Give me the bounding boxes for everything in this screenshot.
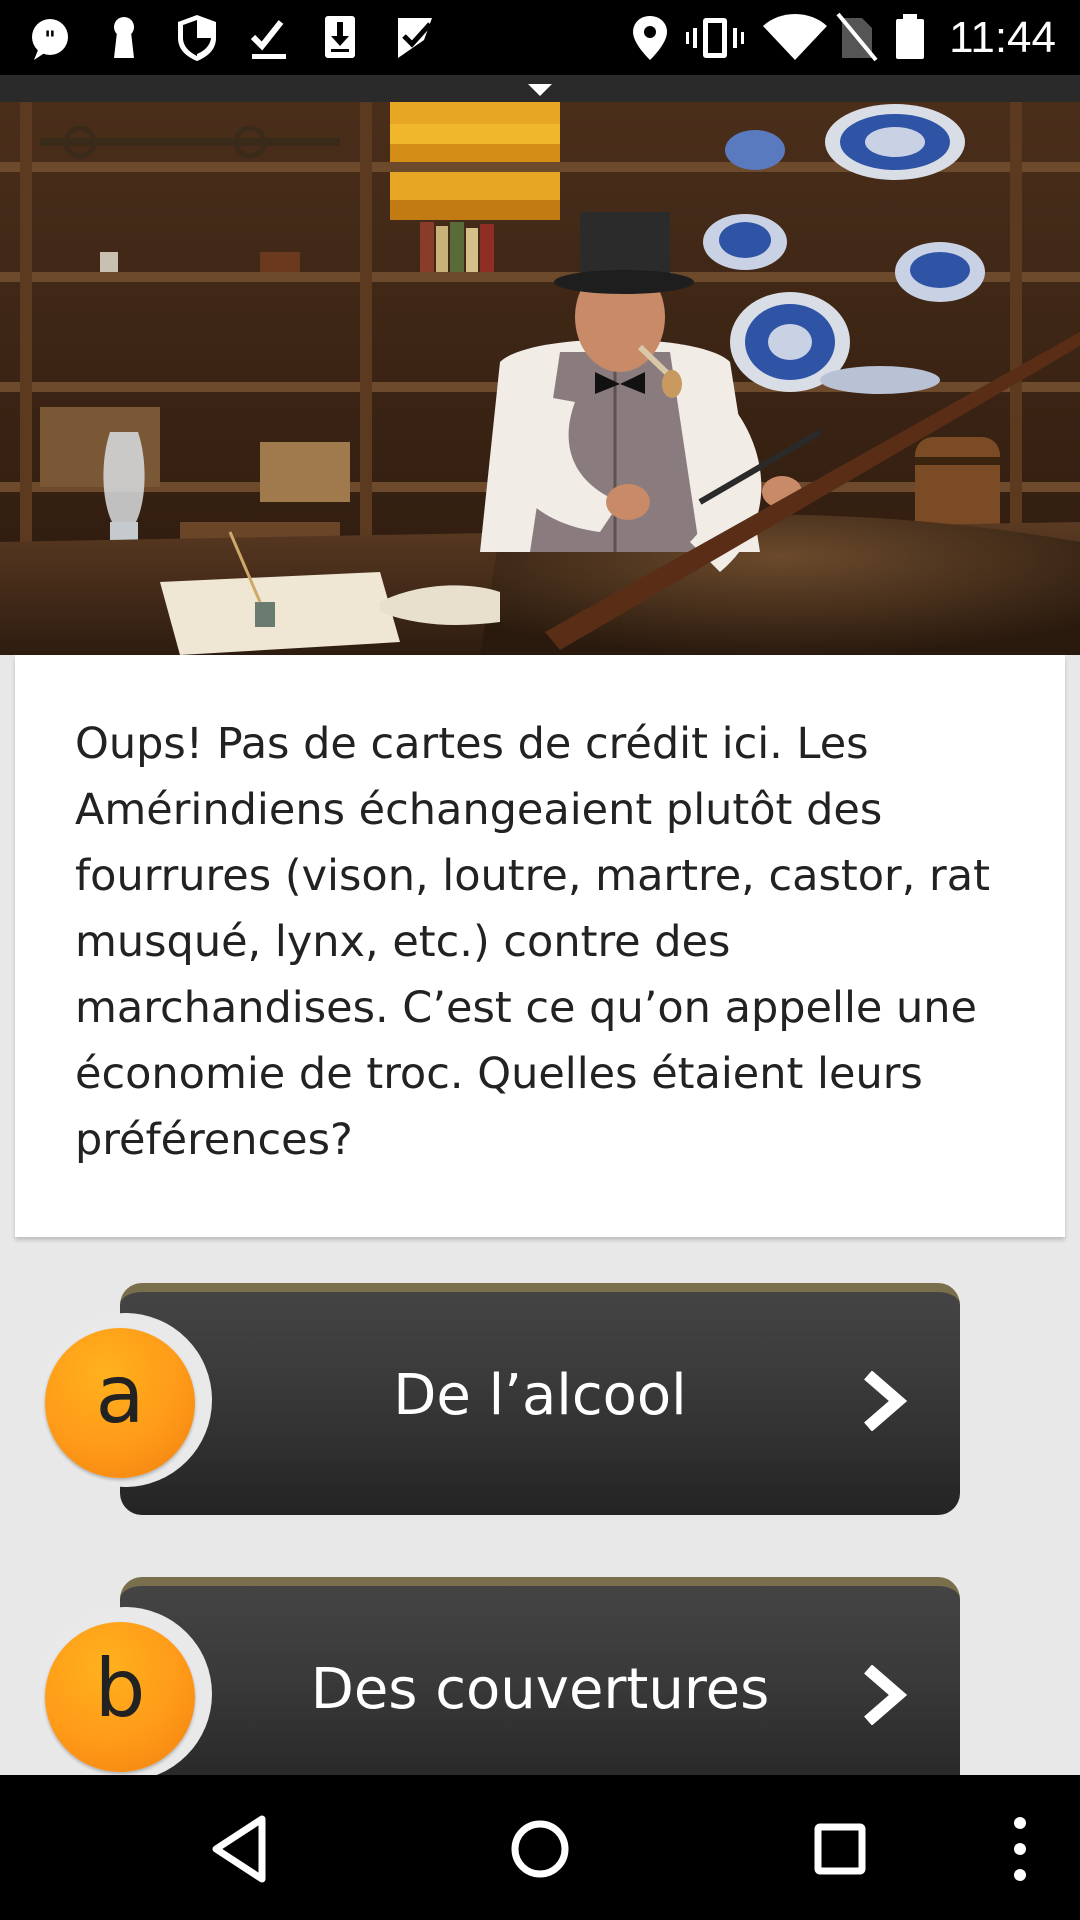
check-icon [398, 18, 432, 58]
wifi-icon [763, 14, 827, 60]
badge-letter-b: b [94, 1642, 146, 1735]
answer-label-a: De l’alcool [393, 1363, 687, 1428]
status-bar: " 11:44 [0, 0, 1080, 75]
location-icon [633, 16, 667, 60]
badge-letter-a: a [95, 1348, 145, 1441]
trading-post-illustration [0, 102, 1080, 655]
recents-icon[interactable] [814, 1823, 866, 1875]
svg-text:": " [44, 28, 55, 53]
badge-a: a [45, 1328, 195, 1478]
shield-icon [178, 15, 216, 61]
chevron-right-icon [864, 1371, 908, 1431]
download-done-icon [250, 20, 286, 59]
status-icons: " [32, 12, 924, 62]
download-icon [325, 16, 355, 58]
badge-b: b [45, 1622, 195, 1772]
chevron-right-icon [864, 1665, 908, 1725]
quote-icon: " [32, 19, 68, 60]
question-card: Oups! Pas de cartes de crédit ici. Les A… [15, 655, 1065, 1237]
back-icon[interactable] [212, 1815, 266, 1883]
answer-option-a[interactable]: De l’alcool a [0, 1283, 1080, 1518]
question-text: Oups! Pas de cartes de crédit ici. Les A… [75, 719, 990, 1165]
keyhole-icon [114, 17, 134, 58]
clock: 11:44 [949, 13, 1056, 62]
nav-icons [212, 1815, 1026, 1883]
collapse-strip[interactable] [0, 75, 1080, 102]
collapse-arrow-icon[interactable] [528, 84, 552, 96]
battery-icon [896, 14, 924, 59]
no-sim-icon [836, 12, 878, 62]
overflow-menu-icon[interactable] [1014, 1817, 1026, 1881]
home-icon[interactable] [511, 1820, 569, 1878]
vibrate-icon [686, 18, 744, 58]
hero-image [0, 102, 1080, 655]
answer-label-b: Des couvertures [310, 1657, 770, 1722]
navigation-bar [0, 1775, 1080, 1920]
